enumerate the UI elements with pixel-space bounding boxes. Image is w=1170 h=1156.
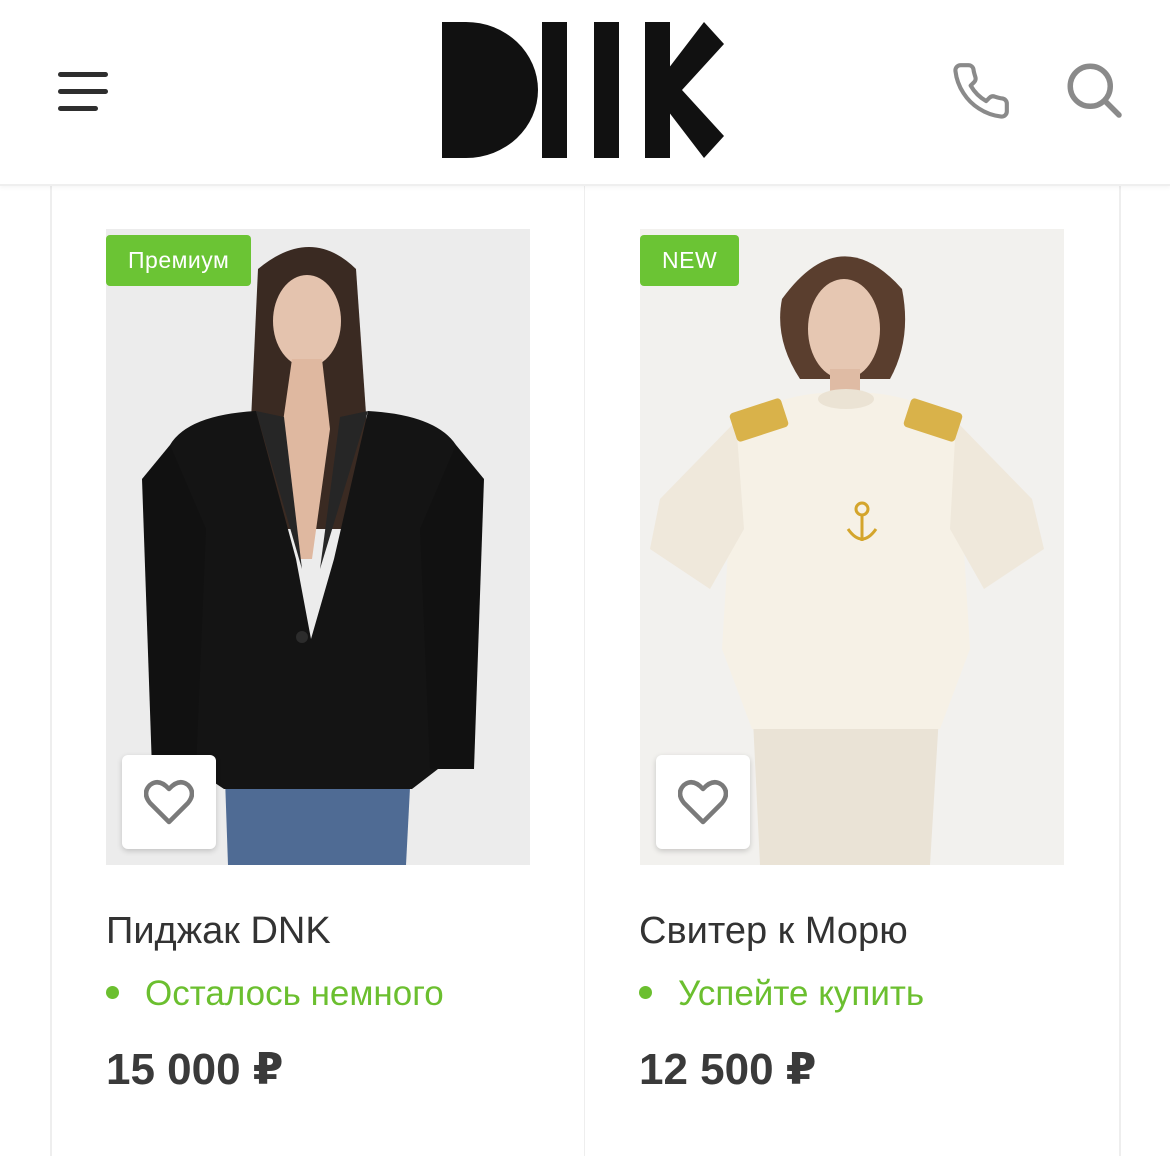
favorite-button[interactable] (656, 755, 750, 849)
product-card[interactable]: NEW Свитер к Морю Успейте купить 12 500 … (585, 186, 1121, 1156)
product-photo[interactable]: Премиум (106, 229, 530, 865)
stock-status: Успейте купить (639, 974, 924, 1014)
search-icon[interactable] (1064, 60, 1124, 120)
site-header (0, 0, 1170, 186)
status-dot (639, 986, 652, 1000)
product-price: 12 500 ₽ (639, 1045, 817, 1094)
stock-label: Успейте купить (678, 974, 925, 1013)
stock-label: Осталось немного (145, 974, 444, 1013)
product-photo[interactable]: NEW (640, 229, 1064, 865)
stock-status: Осталось немного (106, 974, 444, 1014)
status-dot (106, 986, 119, 1000)
favorite-button[interactable] (122, 755, 216, 849)
badge: NEW (640, 235, 740, 286)
heart-icon (144, 780, 194, 825)
product-card[interactable]: Премиум Пиджак DNK Осталось немного 15 0… (50, 186, 586, 1156)
badge: Премиум (106, 235, 252, 286)
product-grid: Премиум Пиджак DNK Осталось немного 15 0… (0, 186, 1170, 1156)
logo[interactable] (442, 22, 724, 158)
product-title[interactable]: Пиджак DNK (106, 910, 331, 953)
product-title[interactable]: Свитер к Морю (639, 910, 908, 953)
product-price: 15 000 ₽ (106, 1045, 284, 1094)
heart-icon (678, 780, 728, 825)
phone-icon[interactable] (950, 60, 1012, 122)
menu-icon[interactable] (58, 72, 110, 112)
